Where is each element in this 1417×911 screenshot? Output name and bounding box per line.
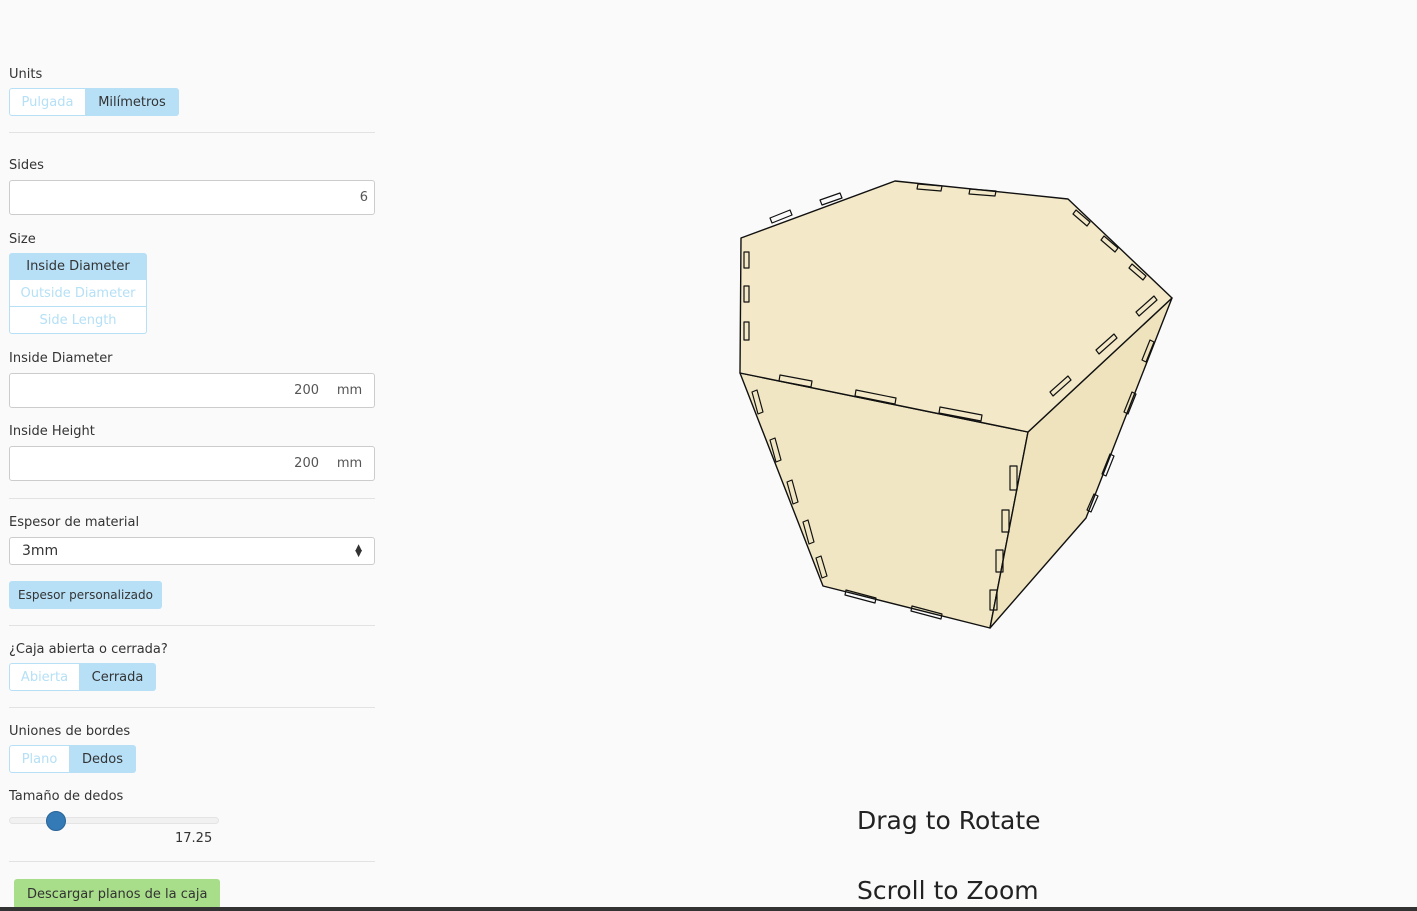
material-thickness-label: Espesor de material [9,515,140,530]
divider [9,861,375,862]
divider [9,498,375,499]
units-option-mm[interactable]: Milímetros [86,88,179,116]
edge-joints-label: Uniones de bordes [9,724,131,739]
inside-diameter-unit: mm [325,373,375,408]
open-closed-label: ¿Caja abierta o cerrada? [9,642,168,657]
drag-to-rotate-hint: Drag to Rotate [857,806,1041,835]
box-model [739,180,1173,629]
size-option-side-length[interactable]: Side Length [9,307,147,334]
inside-height-unit: mm [325,446,375,481]
material-thickness-select[interactable]: 3mm ▲ ▼ [9,537,375,565]
closed-option[interactable]: Cerrada [80,663,156,691]
open-option[interactable]: Abierta [9,663,80,691]
inside-height-label: Inside Height [9,424,95,439]
custom-thickness-button[interactable]: Espesor personalizado [9,581,162,609]
sides-input[interactable]: 6 [9,180,375,215]
edge-joints-toggle: Plano Dedos [9,745,136,773]
finger-size-slider-track[interactable] [9,817,219,824]
size-mode-group: Inside Diameter Outside Diameter Side Le… [9,253,147,334]
open-closed-toggle: Abierta Cerrada [9,663,156,691]
size-label: Size [9,232,36,247]
fingers-option[interactable]: Dedos [70,745,136,773]
flat-option[interactable]: Plano [9,745,70,773]
inside-diameter-label: Inside Diameter [9,351,113,366]
box-3d-viewer[interactable] [700,160,1220,660]
size-option-outside-diameter[interactable]: Outside Diameter [9,280,147,307]
divider [9,132,375,133]
units-option-inch[interactable]: Pulgada [9,88,86,116]
inside-diameter-input[interactable]: 200 [9,373,326,408]
divider [9,707,375,708]
units-label: Units [9,67,43,82]
select-arrows-icon: ▲ ▼ [355,543,362,559]
finger-size-value: 17.25 [175,831,213,846]
finger-size-slider-handle[interactable] [46,811,66,831]
finger-size-label: Tamaño de dedos [9,789,124,804]
sides-label: Sides [9,158,44,173]
scroll-to-zoom-hint: Scroll to Zoom [857,876,1039,905]
download-plans-button[interactable]: Descargar planos de la caja [14,879,221,909]
units-toggle: Pulgada Milímetros [9,88,179,116]
size-option-inside-diameter[interactable]: Inside Diameter [9,253,147,280]
material-thickness-value: 3mm [22,543,59,559]
divider [9,625,375,626]
inside-height-input[interactable]: 200 [9,446,326,481]
bottom-border [0,907,1417,911]
